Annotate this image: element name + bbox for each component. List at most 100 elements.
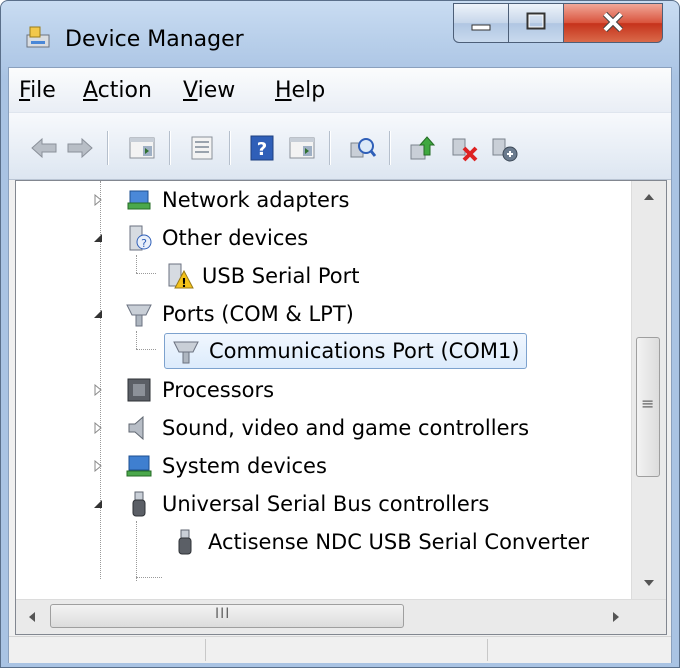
speaker-icon xyxy=(128,415,144,441)
tree-item-usb-serial-port[interactable]: ! USB Serial Port xyxy=(164,257,360,295)
menu-bar: File Action View Help xyxy=(9,68,671,112)
tree-item-sound-video-game[interactable]: Sound, video and game controllers xyxy=(92,409,529,447)
tree-item-label: Processors xyxy=(162,378,275,402)
expanded-arrow-icon[interactable] xyxy=(92,232,104,244)
port-connector-icon xyxy=(126,304,152,327)
svg-text:?: ? xyxy=(141,237,147,250)
status-divider xyxy=(487,639,488,661)
menu-file-access-key: F xyxy=(19,78,31,103)
help-icon[interactable]: ? xyxy=(247,133,277,163)
minimize-icon xyxy=(471,24,491,31)
back-icon[interactable] xyxy=(29,133,59,163)
menu-view[interactable]: View xyxy=(183,78,235,103)
maximize-icon xyxy=(526,12,546,30)
scan-hardware-icon[interactable] xyxy=(347,133,377,163)
tree-item-processors[interactable]: Processors xyxy=(92,371,274,409)
scroll-up-arrow-icon[interactable] xyxy=(640,189,658,205)
processor-chip-icon xyxy=(127,378,151,402)
tree-item-network-adapters[interactable]: Network adapters xyxy=(92,181,349,219)
action-pane-icon[interactable] xyxy=(287,133,317,163)
device-tree[interactable]: Network adapters ? Other devices ! USB S… xyxy=(15,180,667,635)
collapsed-arrow-icon[interactable] xyxy=(92,422,104,434)
tree-connector xyxy=(136,331,137,349)
scroll-down-arrow-icon[interactable] xyxy=(640,575,658,591)
usb-plug-icon xyxy=(132,491,146,517)
horizontal-scroll-thumb[interactable]: III xyxy=(50,604,404,628)
tree-item-label: Communications Port (COM1) xyxy=(209,339,520,363)
expanded-arrow-icon[interactable] xyxy=(92,308,104,320)
horizontal-scrollbar[interactable]: III xyxy=(16,599,666,634)
status-bar xyxy=(9,636,671,663)
toolbar-separator xyxy=(229,131,231,165)
minimize-button[interactable] xyxy=(453,3,509,43)
disable-device-icon[interactable] xyxy=(449,133,479,163)
vertical-scrollbar[interactable]: ≡ xyxy=(631,181,666,601)
expanded-arrow-icon[interactable] xyxy=(92,498,104,510)
device-tree-rows: Network adapters ? Other devices ! USB S… xyxy=(16,181,636,601)
update-driver-icon[interactable] xyxy=(407,133,437,163)
tree-connector xyxy=(136,255,137,273)
tree-item-label: Ports (COM & LPT) xyxy=(162,302,354,326)
tree-item-usb-controllers[interactable]: Universal Serial Bus controllers xyxy=(92,485,489,523)
close-button[interactable] xyxy=(563,3,663,43)
menu-file-label: ile xyxy=(30,78,56,103)
tree-connector xyxy=(136,577,162,578)
tree-item-label: USB Serial Port xyxy=(202,264,360,288)
window-title: Device Manager xyxy=(65,27,244,52)
system-monitor-icon xyxy=(126,455,152,477)
maximize-button[interactable] xyxy=(508,3,564,43)
tree-connector xyxy=(136,521,137,581)
toolbar-separator xyxy=(169,131,171,165)
scroll-left-arrow-icon[interactable] xyxy=(24,608,40,626)
uninstall-device-icon[interactable] xyxy=(489,133,519,163)
network-adapter-icon xyxy=(127,190,151,210)
menu-view-label: iew xyxy=(197,78,236,103)
show-hide-console-tree-icon[interactable] xyxy=(187,133,217,163)
collapsed-arrow-icon[interactable] xyxy=(92,460,104,472)
status-divider xyxy=(205,639,206,661)
usb-plug-icon xyxy=(178,529,192,555)
device-manager-app-icon xyxy=(26,26,50,48)
properties-grid-icon[interactable] xyxy=(127,133,157,163)
toolbar: ? xyxy=(9,112,671,180)
menu-help[interactable]: Help xyxy=(275,78,325,103)
device-manager-window: Device Manager File Action View Help ? N… xyxy=(0,0,680,668)
tree-item-actisense-converter[interactable]: Actisense NDC USB Serial Converter xyxy=(170,523,589,561)
menu-action-label: ction xyxy=(97,78,152,103)
svg-text:?: ? xyxy=(257,139,267,160)
tree-item-label: Network adapters xyxy=(162,188,350,212)
client-area: File Action View Help ? Network adapters… xyxy=(8,67,672,663)
tree-item-label: System devices xyxy=(162,454,327,478)
tree-item-communications-port[interactable]: Communications Port (COM1) xyxy=(158,332,527,370)
tree-item-label: Actisense NDC USB Serial Converter xyxy=(208,530,590,554)
tree-item-ports[interactable]: Ports (COM & LPT) xyxy=(92,295,354,333)
menu-action-access-key: A xyxy=(83,78,98,103)
vertical-scroll-thumb[interactable]: ≡ xyxy=(636,337,660,477)
collapsed-arrow-icon[interactable] xyxy=(92,384,104,396)
scroll-right-arrow-icon[interactable] xyxy=(608,608,624,626)
toolbar-separator xyxy=(329,131,331,165)
title-bar[interactable]: Device Manager xyxy=(1,1,679,69)
tree-connector xyxy=(136,349,156,350)
unknown-device-icon: ? xyxy=(129,225,152,251)
scroll-grip: ≡ xyxy=(641,394,655,413)
tree-connector xyxy=(136,273,156,274)
collapsed-arrow-icon[interactable] xyxy=(92,194,104,206)
menu-file[interactable]: File xyxy=(19,78,56,103)
device-warning-icon: ! xyxy=(168,263,194,290)
menu-help-label: elp xyxy=(291,78,326,103)
menu-view-access-key: V xyxy=(183,78,198,103)
tree-item-system-devices[interactable]: System devices xyxy=(92,447,327,485)
menu-action[interactable]: Action xyxy=(83,78,152,103)
toolbar-separator xyxy=(107,131,109,165)
tree-item-label: Other devices xyxy=(162,226,309,250)
selection-highlight: Communications Port (COM1) xyxy=(164,333,527,369)
menu-help-access-key: H xyxy=(275,78,292,103)
port-connector-icon xyxy=(173,341,199,364)
scroll-grip: III xyxy=(215,606,231,622)
tree-item-label: Sound, video and game controllers xyxy=(162,416,530,440)
svg-text:!: ! xyxy=(181,276,186,290)
forward-icon[interactable] xyxy=(65,133,95,163)
toolbar-separator xyxy=(389,131,391,165)
tree-item-other-devices[interactable]: ? Other devices xyxy=(92,219,308,257)
